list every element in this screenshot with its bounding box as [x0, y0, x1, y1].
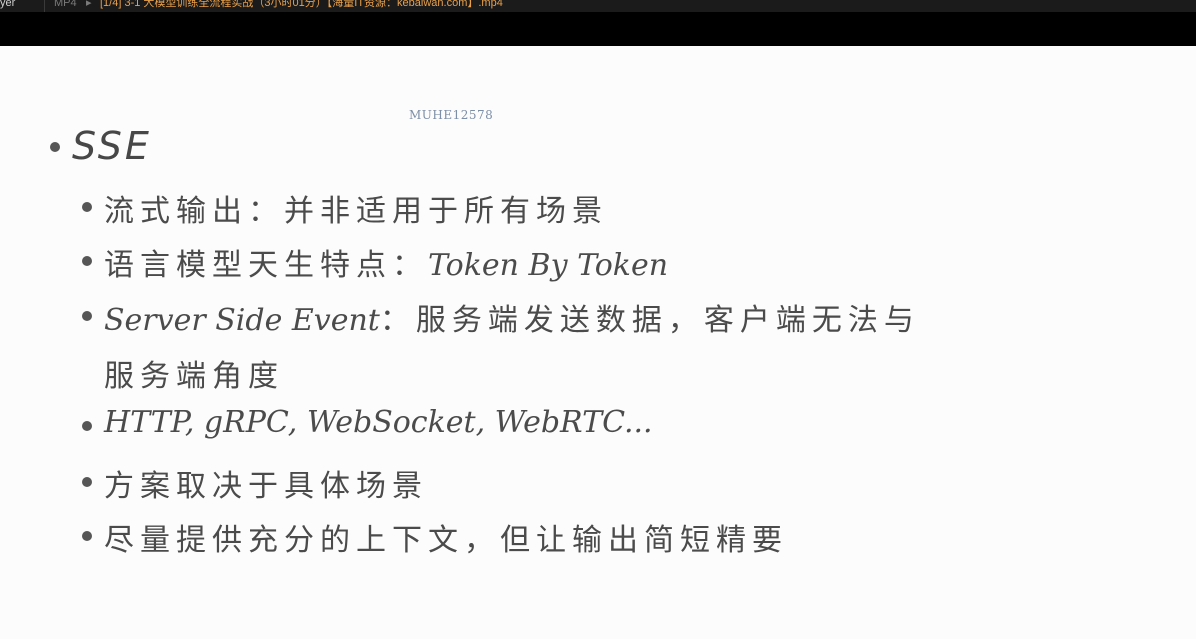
item-text: 服务端角度 — [104, 359, 284, 394]
item-text: ：服务端发送数据，客户端无法与 — [379, 303, 920, 338]
item-latin: Token By Token — [428, 248, 669, 283]
app-label: yer — [0, 0, 16, 9]
item-text: 尽量提供充分的上下文，但让输出简短精要 — [104, 523, 788, 558]
bullet-icon — [82, 531, 92, 541]
video-frame: MUHE12578 SSE 流式输出：并非适用于所有场景 语言模型天生特点：To… — [0, 46, 1196, 639]
slide-item: 语言模型天生特点：Token By Token — [104, 240, 668, 284]
bullet-icon — [82, 421, 92, 431]
video-letterbox — [0, 12, 1196, 46]
file-title: [1/4] 3-1 大模型训练全流程实战（3小时01分）【海量IT资源：keba… — [100, 0, 503, 9]
format-label: MP4 — [54, 0, 77, 9]
bullet-icon — [82, 202, 92, 212]
slide-item: HTTP, gRPC, WebSocket, WebRTC... — [104, 405, 653, 440]
watermark: MUHE12578 — [409, 108, 494, 122]
player-title-bar: yer MP4 ▸ [1/4] 3-1 大模型训练全流程实战（3小时01分）【海… — [0, 0, 1196, 12]
slide-item: Server Side Event：服务端发送数据，客户端无法与 — [104, 295, 920, 339]
bullet-icon — [50, 142, 60, 152]
item-latin: Server Side Event — [104, 303, 380, 338]
slide-item: 方案取决于具体场景 — [104, 461, 428, 505]
item-text: 语言模型天生特点： — [104, 248, 428, 283]
item-text: 方案取决于具体场景 — [104, 469, 428, 504]
slide-item: 流式输出：并非适用于所有场景 — [104, 186, 608, 230]
slide-item-continued: 服务端角度 — [104, 351, 284, 395]
item-text: 流式输出：并非适用于所有场景 — [104, 194, 608, 229]
slide-item: 尽量提供充分的上下文，但让输出简短精要 — [104, 515, 788, 559]
title-separator — [44, 0, 45, 12]
bullet-icon — [82, 256, 92, 266]
bullet-icon — [82, 311, 92, 321]
bullet-icon — [82, 477, 92, 487]
slide-heading: SSE — [72, 124, 152, 168]
play-arrow-icon: ▸ — [86, 0, 92, 9]
item-latin: HTTP, gRPC, WebSocket, WebRTC... — [104, 405, 653, 440]
